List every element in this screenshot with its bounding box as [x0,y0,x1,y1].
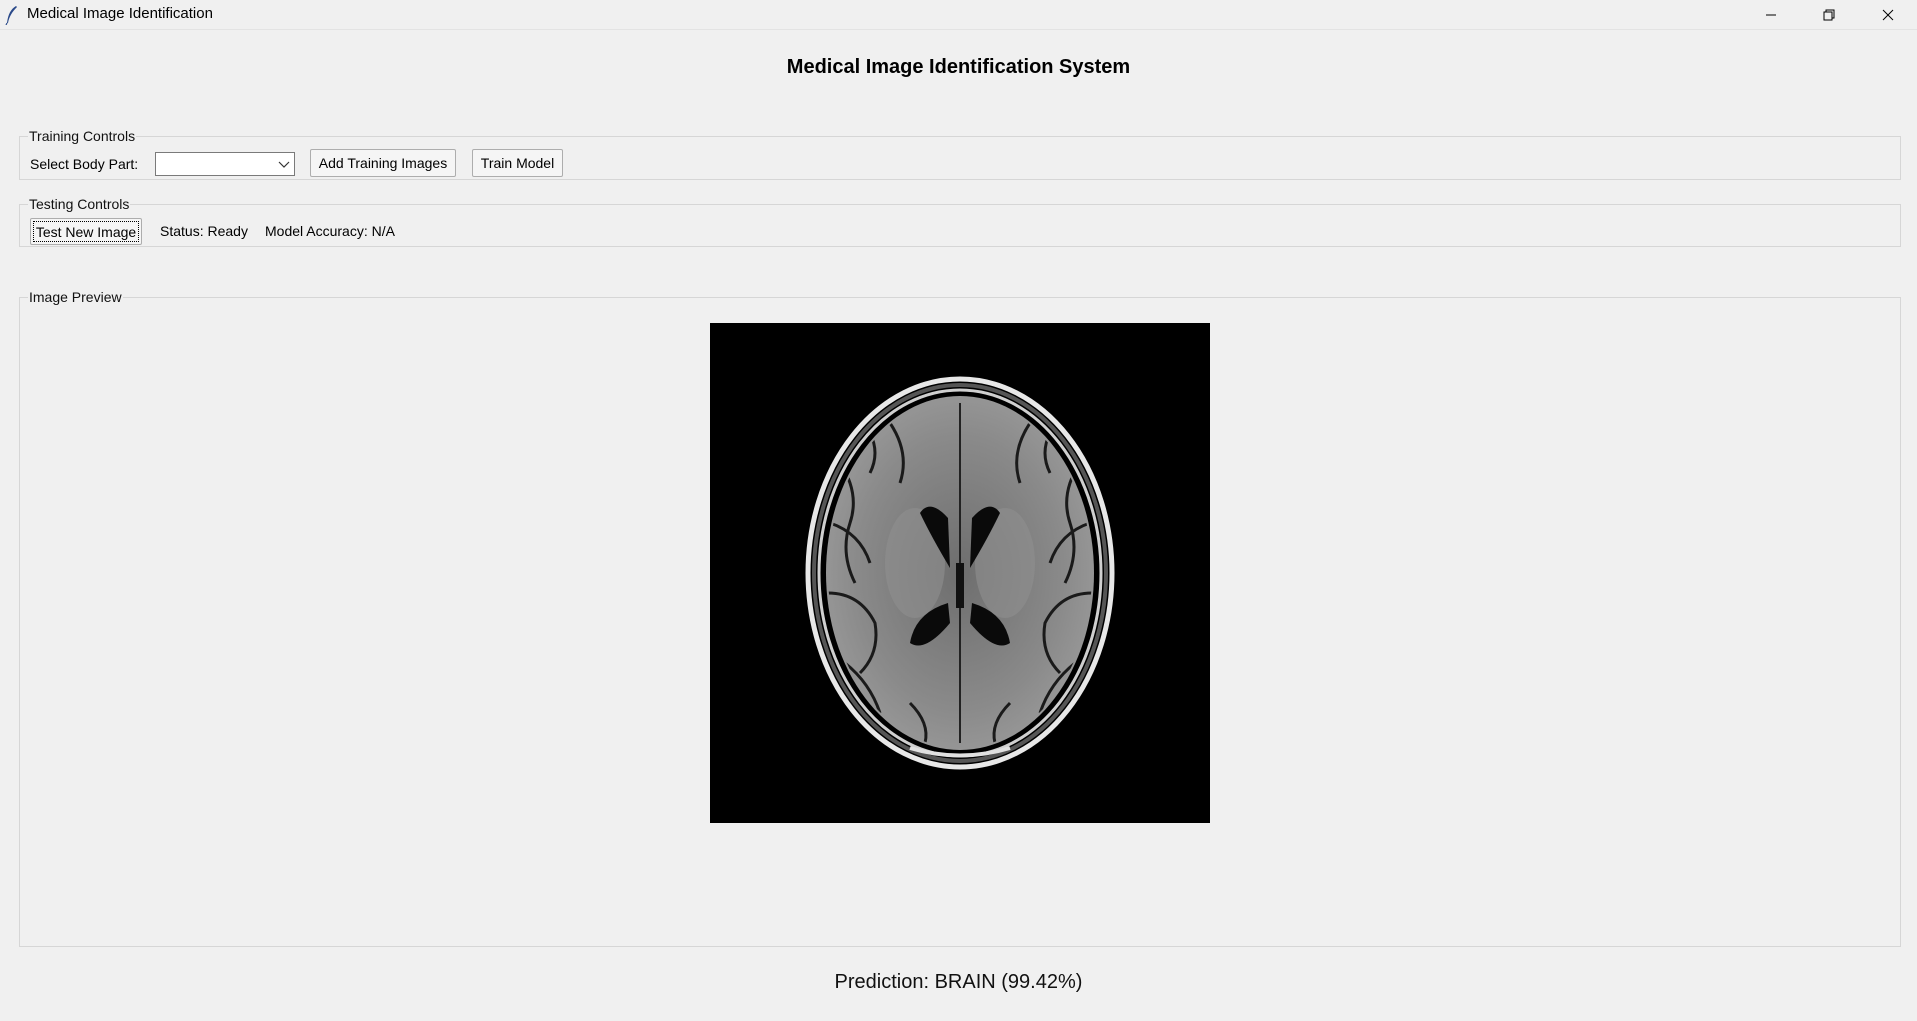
brain-mri-image [710,323,1210,823]
restore-button[interactable] [1800,0,1858,29]
training-controls-label: Training Controls [28,127,137,145]
status-text: Status: Ready [160,223,248,239]
close-icon [1882,9,1894,20]
feather-icon [5,6,17,25]
train-model-button[interactable]: Train Model [472,149,563,177]
title-bar[interactable]: Medical Image Identification [0,0,1917,30]
testing-controls-label: Testing Controls [28,195,131,213]
close-button[interactable] [1859,0,1917,29]
restore-icon [1823,9,1835,20]
test-new-image-button[interactable]: Test New Image [30,218,142,245]
app-window: Medical Image Identification Medical Ima… [0,0,1917,1021]
brain-mri-preview [710,323,1210,823]
model-accuracy-text: Model Accuracy: N/A [265,223,395,239]
minimize-button[interactable] [1742,0,1800,29]
chevron-down-icon[interactable] [278,159,290,169]
window-title: Medical Image Identification [27,5,213,22]
minimize-icon [1766,14,1776,15]
prediction-result: Prediction: BRAIN (99.42%) [834,971,1083,993]
focus-ring [33,221,139,242]
training-controls-group: Training Controls [19,127,1901,180]
add-training-images-button[interactable]: Add Training Images [310,149,456,177]
body-part-combobox[interactable] [155,152,295,176]
app-heading: Medical Image Identification System [786,56,1131,78]
image-preview-label: Image Preview [28,288,123,306]
body-part-label: Select Body Part: [30,156,139,172]
